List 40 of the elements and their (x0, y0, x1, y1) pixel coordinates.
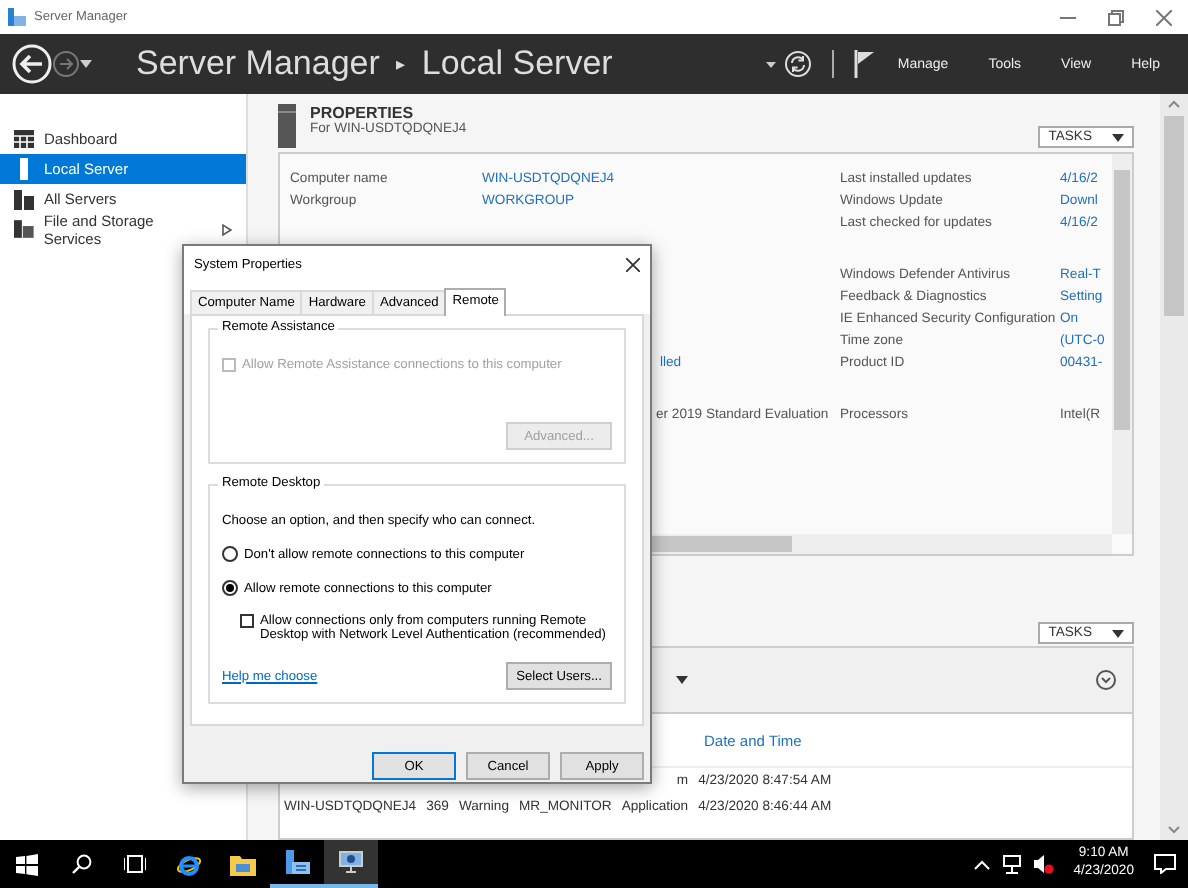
page-title: Local Server (421, 44, 613, 84)
radio-button[interactable] (222, 546, 238, 562)
expand-arrow-icon[interactable] (222, 223, 232, 235)
notification-icon[interactable] (1154, 854, 1176, 874)
caret-icon[interactable] (765, 61, 776, 67)
network-icon[interactable] (1001, 854, 1022, 874)
server-app-icon[interactable] (284, 849, 310, 875)
caret-icon[interactable] (80, 60, 92, 68)
caret-icon[interactable] (676, 676, 688, 684)
storage-icon (14, 220, 34, 238)
expand-circle-icon[interactable] (1096, 670, 1116, 690)
caret-icon (1112, 133, 1124, 141)
scroll-thumb[interactable] (652, 536, 792, 552)
search-icon[interactable] (71, 854, 91, 874)
folder-icon[interactable] (230, 853, 256, 875)
scrollbar[interactable] (1112, 154, 1132, 534)
task-view-icon[interactable] (124, 854, 146, 874)
breadcrumb-link[interactable]: Server Manager (136, 44, 380, 84)
section-title: PROPERTIES (310, 104, 416, 122)
checkbox[interactable] (240, 614, 254, 628)
browser-e-icon[interactable] (176, 851, 202, 877)
server-tower-icon (278, 104, 296, 148)
flag-icon[interactable] (853, 50, 874, 78)
server-app-icon (8, 8, 26, 26)
caret-icon (1112, 629, 1124, 637)
monitor-icon[interactable] (338, 850, 364, 874)
radio-button[interactable] (222, 580, 238, 596)
servers-icon (14, 189, 34, 209)
close-icon[interactable] (626, 257, 640, 271)
scroll-thumb[interactable] (1164, 116, 1184, 316)
server-icon (14, 158, 34, 180)
chevron-down-icon[interactable] (1168, 826, 1180, 834)
windows-logo-icon[interactable] (16, 853, 38, 875)
refresh-icon[interactable] (783, 50, 812, 78)
breadcrumb-separator: ▸ (395, 54, 406, 74)
scrollbar[interactable] (1160, 94, 1188, 840)
maximize-icon[interactable] (1108, 9, 1124, 25)
speaker-muted-icon[interactable] (1033, 854, 1054, 874)
grid-icon (14, 130, 34, 148)
scroll-thumb[interactable] (1114, 170, 1130, 430)
